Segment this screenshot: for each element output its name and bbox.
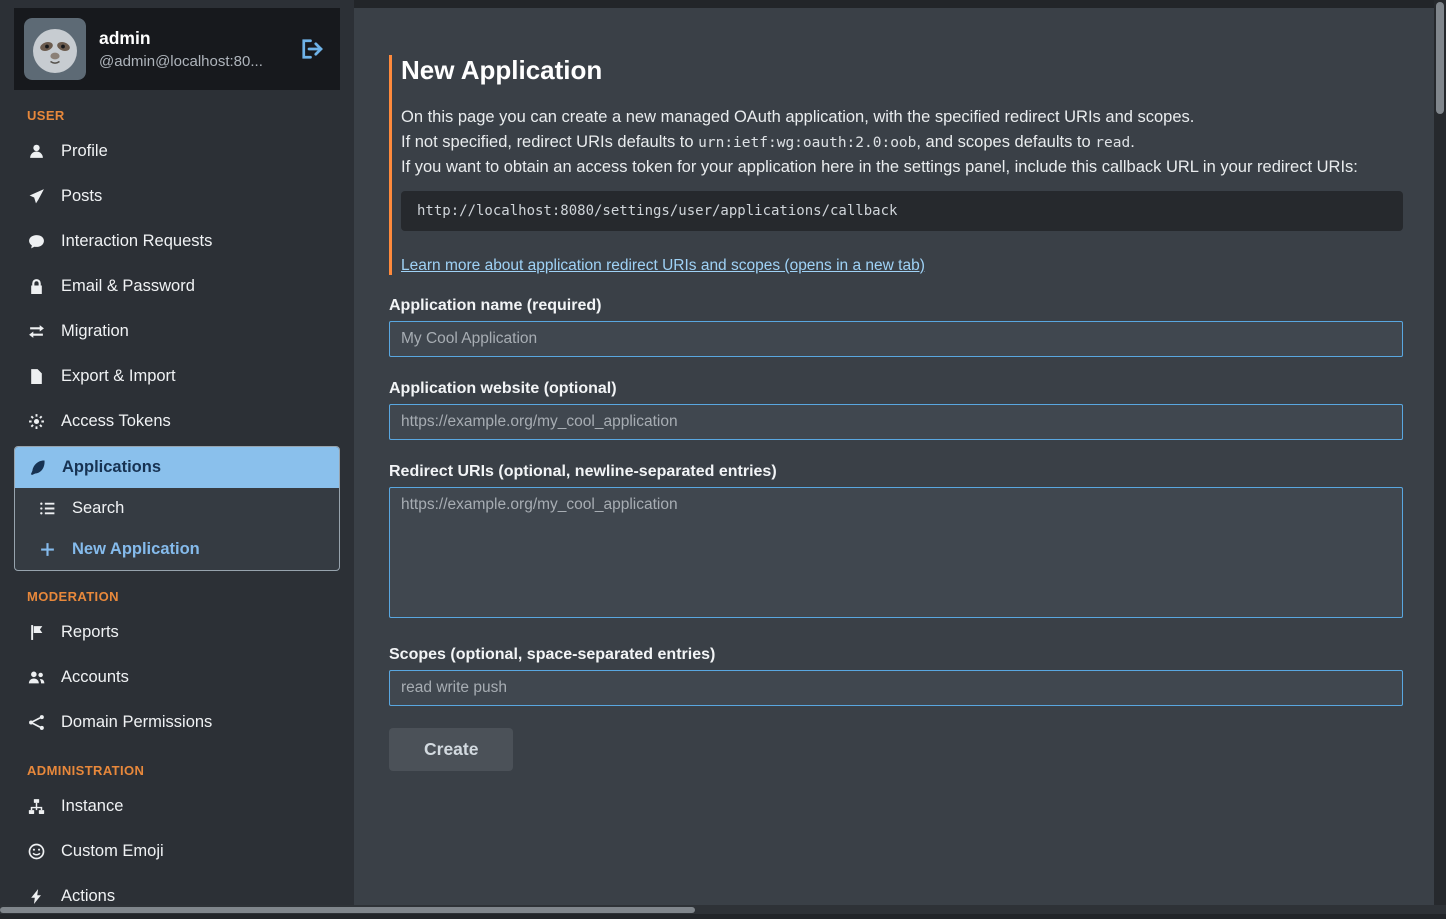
horizontal-scrollbar-track[interactable]	[0, 905, 1446, 914]
sidebar-item-label: Search	[72, 499, 124, 518]
list-icon	[38, 499, 57, 518]
page-title: New Application	[401, 55, 1403, 86]
intro-line3: If you want to obtain an access token fo…	[401, 158, 1358, 176]
learn-more-wrap: Learn more about application redirect UR…	[401, 257, 1403, 275]
sidebar-item-label: Accounts	[61, 668, 129, 687]
horizontal-scrollbar-thumb[interactable]	[0, 907, 695, 913]
sidebar-item-label: Instance	[61, 797, 123, 816]
sidebar-item-profile[interactable]: Profile	[14, 129, 340, 174]
users-icon	[27, 668, 46, 687]
sidebar-item-label: Posts	[61, 187, 102, 206]
intro-line2-mid: , and scopes defaults to	[916, 133, 1095, 151]
plus-icon	[38, 540, 57, 559]
sidebar-item-email-password[interactable]: Email & Password	[14, 264, 340, 309]
sidebar-item-label: Reports	[61, 623, 119, 642]
intro-line1: On this page you can create a new manage…	[401, 108, 1194, 126]
sidebar-item-custom-emoji[interactable]: Custom Emoji	[14, 829, 340, 874]
sidebar-item-applications[interactable]: Applications	[15, 447, 339, 488]
new-application-form: Application name (required) Application …	[389, 297, 1403, 771]
learn-more-link[interactable]: Learn more about application redirect UR…	[401, 257, 925, 274]
section-header-moderation: MODERATION	[27, 589, 340, 604]
sidebar-item-export-import[interactable]: Export & Import	[14, 354, 340, 399]
scopes-field-group: Scopes (optional, space-separated entrie…	[389, 646, 1403, 706]
sidebar-item-label: Migration	[61, 322, 129, 341]
lock-icon	[27, 277, 46, 296]
user-handle: @admin@localhost:80...	[99, 53, 263, 70]
sidebar-nav: USER Profile Posts Interaction Requests …	[0, 108, 354, 919]
callback-url-codeblock: http://localhost:8080/settings/user/appl…	[401, 191, 1403, 231]
comment-icon	[27, 232, 46, 251]
avatar	[24, 18, 86, 80]
user-card: admin @admin@localhost:80...	[14, 8, 340, 90]
intro-text: On this page you can create a new manage…	[401, 105, 1403, 180]
redirect-uris-textarea[interactable]	[389, 487, 1403, 618]
gear-icon	[27, 412, 46, 431]
main-content: New Application On this page you can cre…	[354, 8, 1434, 914]
vertical-scrollbar-thumb[interactable]	[1436, 2, 1444, 114]
application-name-label: Application name (required)	[389, 297, 1403, 315]
sidebar-item-label: New Application	[72, 540, 200, 559]
sidebar-item-label: Export & Import	[61, 367, 176, 386]
paper-plane-icon	[27, 187, 46, 206]
sidebar-item-label: Custom Emoji	[61, 842, 164, 861]
section-header-administration: ADMINISTRATION	[27, 763, 340, 778]
scopes-input[interactable]	[389, 670, 1403, 706]
sidebar-item-migration[interactable]: Migration	[14, 309, 340, 354]
intro-line2-pre: If not specified, redirect URIs defaults…	[401, 133, 698, 151]
file-export-icon	[27, 367, 46, 386]
redirect-uris-label: Redirect URIs (optional, newline-separat…	[389, 463, 1403, 481]
sidebar-item-interaction-requests[interactable]: Interaction Requests	[14, 219, 340, 264]
sidebar-item-reports[interactable]: Reports	[14, 610, 340, 655]
logout-icon[interactable]	[300, 37, 324, 61]
sidebar-item-search[interactable]: Search	[15, 488, 339, 529]
sidebar-item-label: Access Tokens	[61, 412, 171, 431]
share-nodes-icon	[27, 713, 46, 732]
sidebar-item-accounts[interactable]: Accounts	[14, 655, 340, 700]
sidebar: admin @admin@localhost:80... USER Profil…	[0, 0, 354, 914]
application-name-field-group: Application name (required)	[389, 297, 1403, 357]
intro-line2-post: .	[1130, 133, 1135, 151]
sidebar-item-label: Applications	[62, 458, 161, 477]
flag-icon	[27, 623, 46, 642]
sitemap-icon	[27, 797, 46, 816]
application-website-input[interactable]	[389, 404, 1403, 440]
smiley-icon	[27, 842, 46, 861]
sidebar-item-label: Domain Permissions	[61, 713, 212, 732]
vertical-scrollbar-track[interactable]	[1434, 0, 1446, 914]
feather-icon	[28, 458, 47, 477]
applications-group: Applications Search New Application	[14, 446, 340, 571]
user-meta: admin @admin@localhost:80...	[99, 28, 263, 70]
sidebar-item-posts[interactable]: Posts	[14, 174, 340, 219]
sidebar-item-label: Actions	[61, 887, 115, 906]
sidebar-item-access-tokens[interactable]: Access Tokens	[14, 399, 340, 444]
exchange-arrows-icon	[27, 322, 46, 341]
application-website-field-group: Application website (optional)	[389, 380, 1403, 440]
user-icon	[27, 142, 46, 161]
inline-code-read: read	[1095, 135, 1130, 151]
sidebar-item-label: Profile	[61, 142, 108, 161]
application-name-input[interactable]	[389, 321, 1403, 357]
section-header-user: USER	[27, 108, 340, 123]
sidebar-item-label: Email & Password	[61, 277, 195, 296]
sloth-avatar-image	[24, 18, 86, 80]
form-docs: New Application On this page you can cre…	[389, 55, 1403, 275]
inline-code-oob: urn:ietf:wg:oauth:2.0:oob	[698, 135, 916, 151]
application-website-label: Application website (optional)	[389, 380, 1403, 398]
redirect-uris-field-group: Redirect URIs (optional, newline-separat…	[389, 463, 1403, 623]
create-button[interactable]: Create	[389, 728, 513, 771]
bolt-icon	[27, 887, 46, 906]
user-name: admin	[99, 28, 263, 49]
sidebar-item-label: Interaction Requests	[61, 232, 212, 251]
sidebar-item-domain-permissions[interactable]: Domain Permissions	[14, 700, 340, 745]
sidebar-item-new-application[interactable]: New Application	[15, 529, 339, 570]
sidebar-item-instance[interactable]: Instance	[14, 784, 340, 829]
scopes-label: Scopes (optional, space-separated entrie…	[389, 646, 1403, 664]
